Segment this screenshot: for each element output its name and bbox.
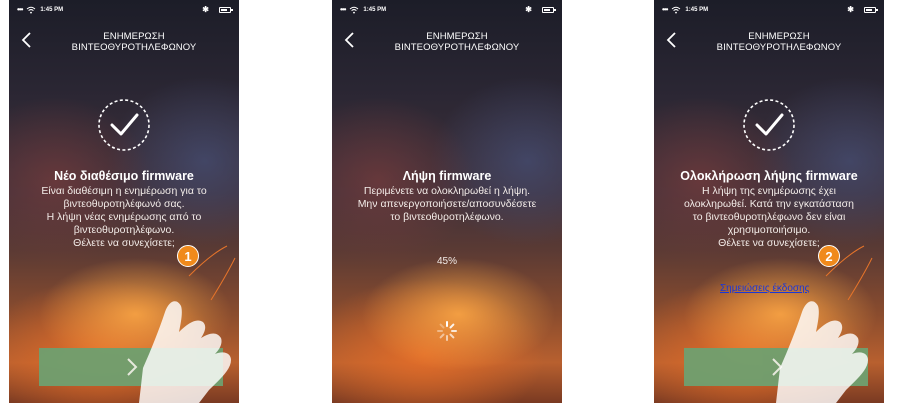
body-line: Θέλετε να συνεχίσετε; [73, 237, 175, 249]
signal-dots-icon: ••• [662, 5, 668, 14]
battery-icon [542, 7, 556, 13]
body-line: το βιντεοθυροτηλέφωνο. [390, 211, 504, 223]
next-chevron-icon [127, 358, 138, 376]
title-line-1: ΕΝΗΜΕΡΩΣΗ [748, 31, 810, 42]
body-line: Περιμένετε να ολοκληρωθεί η λήψη. [363, 185, 531, 197]
status-time: 1:45 PM [363, 7, 387, 13]
signal-dots-icon: ••• [17, 5, 23, 14]
back-chevron-icon[interactable] [19, 30, 35, 50]
body-line: Μην απενεργοποιήσετε/αποσυνδέσετε [357, 198, 537, 210]
check-circle-icon [98, 99, 150, 151]
phone-screen-download-complete: ••• 1:45 PM ✱ ΕΝΗΜΕΡΩΣΗ ΒΙΝΤΕΟΘΥΡΟΤΗΛΕΦΩ… [654, 0, 884, 403]
body-line: Η λήψη της ενημέρωσης έχει [702, 185, 836, 197]
body-line: Η λήψη νέας ενημέρωσης από το [46, 211, 202, 223]
screen-body-text: Η λήψη της ενημέρωσης έχει ολοκληρωθεί. … [662, 185, 876, 250]
back-chevron-icon[interactable] [664, 30, 680, 50]
body-line: βιντεοθυροτηλέφωνό σας. [63, 198, 185, 210]
status-bar: ••• 1:45 PM ✱ [17, 5, 233, 17]
wifi-icon [27, 6, 36, 14]
bluetooth-icon: ✱ [525, 5, 532, 14]
status-time: 1:45 PM [40, 7, 64, 13]
wifi-icon [672, 6, 681, 14]
title-line-2: ΒΙΝΤΕΟΘΥΡΟΤΗΛΕΦΩΝΟΥ [716, 42, 842, 53]
body-line: ολοκληρωθεί. Κατά την εγκατάσταση [684, 198, 854, 210]
header: ΕΝΗΜΕΡΩΣΗ ΒΙΝΤΕΟΘΥΡΟΤΗΛΕΦΩΝΟΥ [332, 28, 562, 54]
step-marker-1: 1 [177, 245, 199, 267]
status-bar: ••• 1:45 PM ✱ [662, 5, 878, 17]
screen-body-text: Είναι διαθέσιμη η ενημέρωση για το βιντε… [17, 185, 231, 250]
page-title: ΕΝΗΜΕΡΩΣΗ ΒΙΝΤΕΟΘΥΡΟΤΗΛΕΦΩΝΟΥ [684, 31, 874, 53]
status-time: 1:45 PM [685, 7, 709, 13]
page-title: ΕΝΗΜΕΡΩΣΗ ΒΙΝΤΕΟΘΥΡΟΤΗΛΕΦΩΝΟΥ [362, 31, 552, 53]
next-button[interactable] [684, 348, 868, 386]
next-chevron-icon [772, 358, 783, 376]
body-line: βιντεοθυροτηλέφωνο. [73, 224, 175, 236]
loading-spinner-icon [437, 321, 457, 341]
screen-heading: Ολοκλήρωση λήψης firmware [680, 169, 858, 183]
title-line-1: ΕΝΗΜΕΡΩΣΗ [426, 31, 488, 42]
header: ΕΝΗΜΕΡΩΣΗ ΒΙΝΤΕΟΘΥΡΟΤΗΛΕΦΩΝΟΥ [9, 28, 239, 54]
bluetooth-icon: ✱ [847, 5, 854, 14]
download-progress: 45% [436, 256, 457, 267]
body-line: Θέλετε να συνεχίσετε; [718, 237, 820, 249]
signal-dots-icon: ••• [340, 5, 346, 14]
screen-heading: Λήψη firmware [402, 169, 492, 183]
page-title: ΕΝΗΜΕΡΩΣΗ ΒΙΝΤΕΟΘΥΡΟΤΗΛΕΦΩΝΟΥ [39, 31, 229, 53]
phone-screen-new-firmware: ••• 1:45 PM ✱ ΕΝΗΜΕΡΩΣΗ ΒΙΝΤΕΟΘΥΡΟΤΗΛΕΦΩ… [9, 0, 239, 403]
body-line: χρησιμοποιήσιμο. [727, 224, 811, 236]
next-button[interactable] [39, 348, 223, 386]
bluetooth-icon: ✱ [202, 5, 209, 14]
title-line-2: ΒΙΝΤΕΟΘΥΡΟΤΗΛΕΦΩΝΟΥ [71, 42, 197, 53]
battery-icon [219, 7, 233, 13]
status-bar: ••• 1:45 PM ✱ [340, 5, 556, 17]
title-line-1: ΕΝΗΜΕΡΩΣΗ [103, 31, 165, 42]
step-marker-2: 2 [818, 245, 840, 267]
screen-body-text: Περιμένετε να ολοκληρωθεί η λήψη. Μην απ… [340, 185, 554, 224]
wifi-icon [350, 6, 359, 14]
screen-heading: Νέο διαθέσιμο firmware [54, 169, 194, 183]
body-line: το βιντεοθυροτηλέφωνο δεν είναι [692, 211, 846, 223]
phone-screen-downloading: ••• 1:45 PM ✱ ΕΝΗΜΕΡΩΣΗ ΒΙΝΤΕΟΘΥΡΟΤΗΛΕΦΩ… [332, 0, 562, 403]
title-line-2: ΒΙΝΤΕΟΘΥΡΟΤΗΛΕΦΩΝΟΥ [394, 42, 520, 53]
body-line: Είναι διαθέσιμη η ενημέρωση για το [41, 185, 207, 197]
check-circle-icon [743, 99, 795, 151]
battery-icon [864, 7, 878, 13]
back-chevron-icon[interactable] [342, 30, 358, 50]
release-notes-link[interactable]: Σημειώσεις έκδοσης [720, 283, 809, 294]
header: ΕΝΗΜΕΡΩΣΗ ΒΙΝΤΕΟΘΥΡΟΤΗΛΕΦΩΝΟΥ [654, 28, 884, 54]
